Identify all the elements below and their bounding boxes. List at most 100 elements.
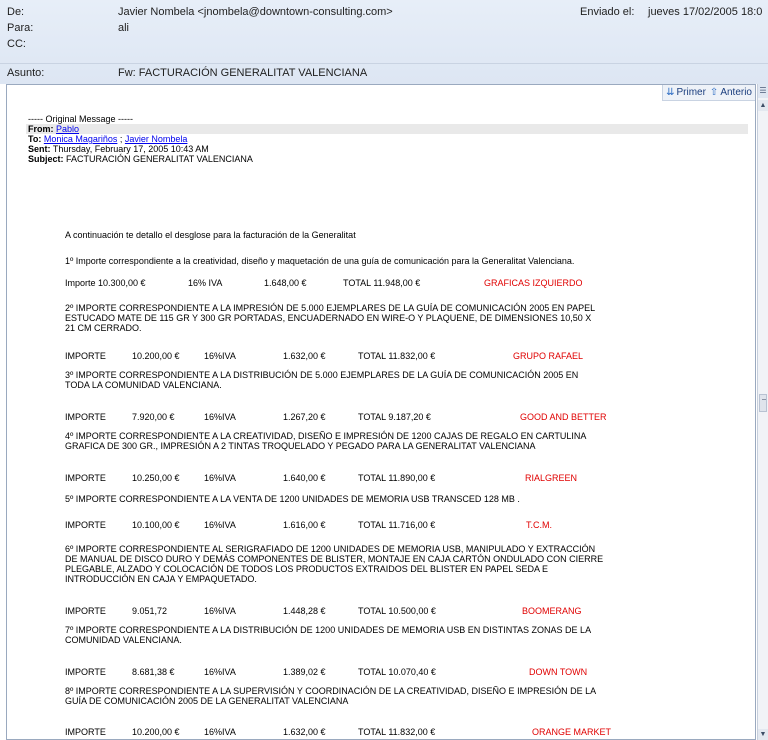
message-pane: ⇊ Primer ⇧ Anterio ----- Original Messag… — [0, 84, 768, 740]
original-message-separator: ----- Original Message ----- — [28, 114, 134, 124]
item-description-line: 1º Importe correspondiente a la creativi… — [65, 256, 575, 266]
item-vendor: DOWN TOWN — [529, 667, 588, 677]
original-message-block: ----- Original Message ----- From: Pablo… — [26, 114, 755, 164]
arrow-up-icon: ⇧ — [709, 87, 719, 98]
item-iva-amount: 1.648,00 € — [264, 278, 307, 288]
item-amount: 10.200,00 € — [132, 727, 180, 737]
first-message-label: Primer — [676, 87, 706, 98]
item-description-line: COMUNIDAD VALENCIANA. — [65, 635, 182, 645]
original-subject-value: FACTURACIÓN GENERALITAT VALENCIANA — [66, 154, 253, 164]
previous-message-button[interactable]: ⇧ Anterio — [710, 86, 752, 99]
scroll-thumb[interactable] — [759, 394, 767, 412]
original-to-label: To: — [28, 134, 42, 144]
sent-label: Enviado el: — [580, 6, 635, 18]
previous-message-label: Anterio — [720, 87, 752, 98]
original-to-separator: ; — [117, 134, 125, 144]
item-amount: 10.250,00 € — [132, 473, 180, 483]
item-importe-label: IMPORTE — [65, 667, 106, 677]
item-vendor: GRUPO RAFAEL — [513, 351, 584, 361]
scroll-up-arrow-icon[interactable]: ▲ — [758, 100, 768, 111]
original-to-link-2[interactable]: Javier Nombela — [125, 134, 188, 144]
sent-value: jueves 17/02/2005 18:0 — [648, 6, 763, 18]
scroll-down-arrow-icon[interactable]: ▼ — [758, 729, 768, 740]
message-body: ⇊ Primer ⇧ Anterio ----- Original Messag… — [6, 84, 756, 740]
item-amount: 8.681,38 € — [132, 667, 175, 677]
item-amount: 9.051,72 — [132, 606, 168, 616]
subject-label: Asunto: — [7, 67, 45, 79]
item-total: TOTAL 9.187,20 € — [358, 412, 431, 422]
item-iva-label: 16% IVA — [188, 278, 223, 288]
item-iva-amount: 1.632,00 € — [283, 727, 326, 737]
item-iva-amount: 1.632,00 € — [283, 351, 326, 361]
original-to-link-1[interactable]: Monica Magariños — [44, 134, 118, 144]
item-importe-label: Importe 10.300,00 € — [65, 278, 146, 288]
cc-label: CC: — [7, 38, 26, 50]
item-description-line: GUÍA DE COMUNICACIÓN 2005 DE LA GENERALI… — [65, 696, 349, 706]
item-iva-amount: 1.267,20 € — [283, 412, 326, 422]
item-importe-label: IMPORTE — [65, 727, 106, 737]
item-description-line: 4º IMPORTE CORRESPONDIENTE A LA CREATIVI… — [65, 431, 587, 441]
header-divider — [0, 63, 768, 64]
to-value[interactable]: ali — [118, 22, 129, 34]
original-subject-label: Subject: — [28, 154, 64, 164]
item-amount: 10.200,00 € — [132, 351, 180, 361]
pane-toggle-icon[interactable]: ☰ — [758, 84, 768, 98]
original-from-row: From: Pablo — [26, 124, 748, 134]
item-amount: 10.100,00 € — [132, 520, 180, 530]
item-description-line: GRAFICA DE 300 GR., IMPRESIÓN A 2 TINTAS… — [65, 441, 536, 451]
item-total: TOTAL 11.716,00 € — [358, 520, 436, 530]
item-description-line: 3º IMPORTE CORRESPONDIENTE A LA DISTRIBU… — [65, 370, 579, 380]
item-iva-label: 16%IVA — [204, 412, 236, 422]
subject-value: Fw: FACTURACIÓN GENERALITAT VALENCIANA — [118, 67, 368, 79]
item-total: TOTAL 10.500,00 € — [358, 606, 436, 616]
item-iva-amount: 1.640,00 € — [283, 473, 326, 483]
item-description-line: 7º IMPORTE CORRESPONDIENTE A LA DISTRIBU… — [65, 625, 592, 635]
item-importe-label: IMPORTE — [65, 412, 106, 422]
item-description-line: ESTUCADO MATE DE 115 GR Y 300 GR PORTADA… — [65, 313, 592, 323]
item-importe-label: IMPORTE — [65, 606, 106, 616]
body-intro: A continuación te detallo el desglose pa… — [65, 230, 356, 240]
item-iva-label: 16%IVA — [204, 606, 236, 616]
item-vendor: ORANGE MARKET — [532, 727, 612, 737]
item-iva-label: 16%IVA — [204, 473, 236, 483]
original-subject-row: Subject: FACTURACIÓN GENERALITAT VALENCI… — [28, 154, 755, 164]
first-message-button[interactable]: ⇊ Primer — [666, 86, 706, 99]
item-description-line: 8º IMPORTE CORRESPONDIENTE A LA SUPERVIS… — [65, 686, 597, 696]
item-iva-amount: 1.389,02 € — [283, 667, 326, 677]
vertical-scrollbar[interactable]: ☰ ▲ ▼ — [757, 84, 768, 740]
item-description-line: DE MANUAL DE DISCO DURO Y DEMÁS COMPONEN… — [65, 554, 604, 564]
item-vendor: RIALGREEN — [525, 473, 578, 483]
item-vendor: T.C.M. — [526, 520, 552, 530]
from-value[interactable]: Javier Nombela <jnombela@downtown-consul… — [118, 6, 393, 18]
item-importe-label: IMPORTE — [65, 520, 106, 530]
item-iva-label: 16%IVA — [204, 727, 236, 737]
original-from-label: From: — [28, 124, 54, 134]
original-sent-row: Sent: Thursday, February 17, 2005 10:43 … — [28, 144, 755, 154]
item-description-line: 2º IMPORTE CORRESPONDIENTE A LA IMPRESIÓ… — [65, 303, 596, 313]
item-total: TOTAL 11.890,00 € — [358, 473, 436, 483]
from-label: De: — [7, 6, 25, 18]
item-vendor: GOOD AND BETTER — [520, 412, 607, 422]
item-importe-label: IMPORTE — [65, 351, 106, 361]
item-vendor: GRAFICAS IZQUIERDO — [484, 278, 583, 288]
item-iva-amount: 1.448,28 € — [283, 606, 326, 616]
item-description-line: 6º IMPORTE CORRESPONDIENTE AL SERIGRAFIA… — [65, 544, 596, 554]
original-from-link[interactable]: Pablo — [56, 124, 79, 134]
item-total: TOTAL 11.948,00 € — [343, 278, 421, 288]
item-iva-label: 16%IVA — [204, 520, 236, 530]
original-sent-label: Sent: — [28, 144, 51, 154]
item-iva-amount: 1.616,00 € — [283, 520, 326, 530]
double-arrow-down-icon: ⇊ — [666, 87, 675, 98]
item-iva-label: 16%IVA — [204, 667, 236, 677]
original-sent-value: Thursday, February 17, 2005 10:43 AM — [52, 144, 209, 154]
message-navigation-bar: ⇊ Primer ⇧ Anterio — [662, 85, 755, 101]
to-label: Para: — [7, 22, 34, 34]
item-amount: 7.920,00 € — [132, 412, 175, 422]
original-to-row: To: Monica Magariños ; Javier Nombela — [28, 134, 755, 144]
item-total: TOTAL 11.832,00 € — [358, 727, 436, 737]
item-total: TOTAL 11.832,00 € — [358, 351, 436, 361]
email-header: De: Javier Nombela <jnombela@downtown-co… — [0, 0, 768, 84]
item-iva-label: 16%IVA — [204, 351, 236, 361]
item-description-line: INTRODUCCIÓN EN CAJA Y EMPAQUETADO. — [65, 574, 257, 584]
item-total: TOTAL 10.070,40 € — [358, 667, 436, 677]
